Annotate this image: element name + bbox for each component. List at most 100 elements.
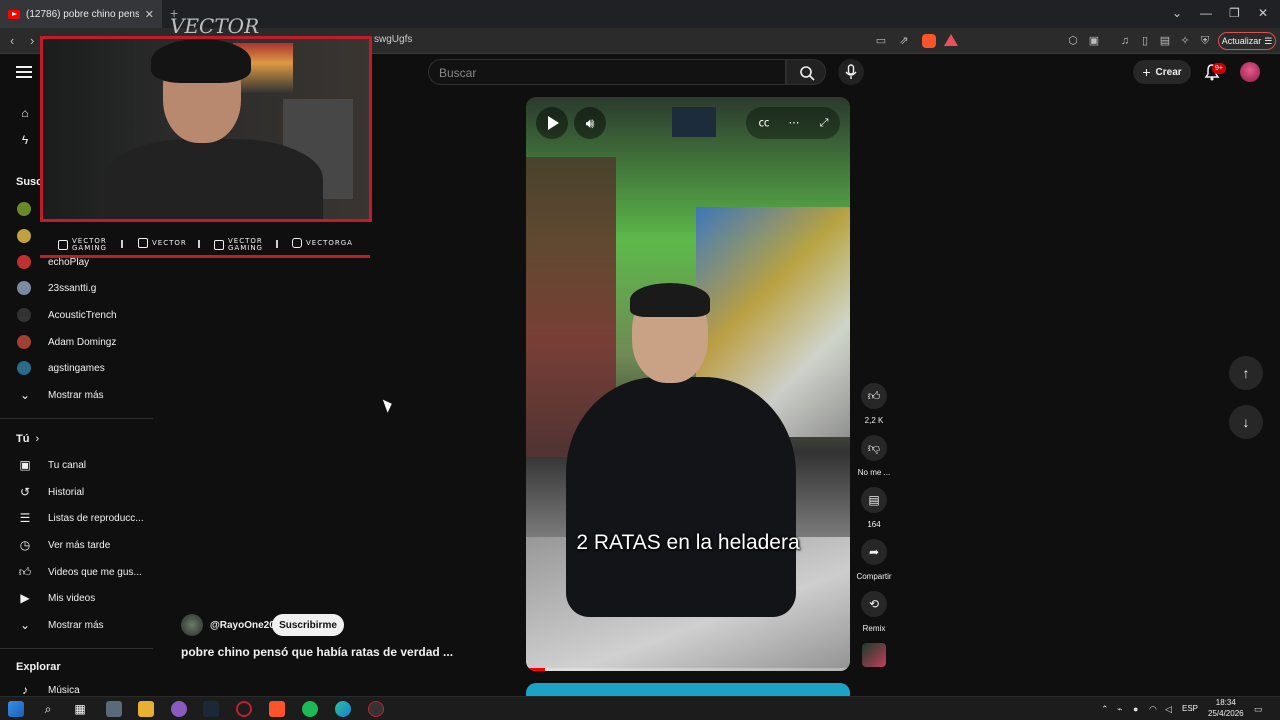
cast-icon[interactable]: ▭	[874, 34, 888, 48]
spotify-icon[interactable]	[302, 701, 318, 717]
vpn-icon[interactable]: ⛨	[1198, 34, 1212, 48]
sidebar-toggle-icon[interactable]: ▯	[1138, 34, 1152, 48]
captions-icon[interactable]: ㏄	[750, 107, 778, 139]
channel-handle[interactable]: @RayoOne20	[210, 620, 275, 631]
clock-date: 25/4/2026	[1208, 709, 1244, 718]
social-youtube: VECTOR GAMING	[58, 238, 107, 252]
share-button[interactable]: ➦	[861, 539, 887, 565]
brave-icon[interactable]	[269, 701, 285, 717]
sidebar-item-playlists[interactable]: ☰ Listas de reproducc...	[0, 505, 156, 531]
clock[interactable]: 18:34 25/4/2026	[1208, 697, 1244, 719]
sidebar-channel[interactable]: 23ssantti.g	[0, 275, 156, 301]
search-icon	[800, 66, 815, 81]
subscriptions-heading[interactable]: Susc	[16, 176, 42, 188]
account-avatar[interactable]	[1240, 62, 1260, 82]
more-options-icon[interactable]: ⋯	[780, 107, 808, 139]
next-short-preview[interactable]	[526, 683, 850, 697]
sidebar-channel[interactable]: Adam Domingz	[0, 329, 156, 355]
media-icon[interactable]: ♫	[1118, 34, 1132, 48]
sidebar-item-my-videos[interactable]: ▶ Mis videos	[0, 585, 156, 611]
discord-icon[interactable]	[171, 701, 187, 717]
subscribe-button[interactable]: Suscribirme	[272, 614, 344, 636]
remix-icon: ⟲	[868, 597, 880, 611]
sidebar-item-watch-later[interactable]: ◷ Ver más tarde	[0, 532, 156, 558]
file-explorer-icon[interactable]	[138, 701, 154, 717]
show-more-label: Mostrar más	[48, 389, 104, 401]
guide-menu-icon[interactable]	[16, 66, 32, 78]
mic-tray-icon[interactable]: ●	[1133, 704, 1138, 714]
steam-icon[interactable]	[203, 701, 219, 717]
sidebar-channel[interactable]: AcousticTrench	[0, 302, 156, 328]
volume-tray-icon[interactable]: ◁	[1165, 704, 1172, 715]
streamer-body-image	[103, 139, 323, 219]
leo-icon[interactable]: ✧	[1178, 34, 1192, 48]
wallet-icon[interactable]: ▣	[1087, 34, 1101, 48]
edge-icon[interactable]	[335, 701, 351, 717]
voice-search-button[interactable]	[838, 59, 864, 85]
app-icon[interactable]	[106, 701, 122, 717]
volume-icon[interactable]: 🔊︎	[574, 107, 606, 139]
progress-bar[interactable]	[526, 668, 850, 671]
brave-rewards-icon[interactable]	[944, 34, 958, 46]
channel-avatar[interactable]	[181, 614, 203, 636]
update-button[interactable]: Actualizar ☰	[1218, 32, 1276, 50]
task-view-icon[interactable]: ▦	[72, 701, 88, 717]
sidebar-item-label: Listas de reproducc...	[48, 512, 144, 524]
sidebar-item-label: Historial	[48, 486, 85, 498]
start-icon[interactable]	[8, 701, 24, 717]
social-label: VECTOR	[152, 239, 187, 247]
sidebar-item-label: Tu canal	[48, 459, 86, 471]
you-section-heading[interactable]: Tú ›	[16, 426, 76, 452]
liked-icon: 👍︎	[18, 564, 32, 579]
share-page-icon[interactable]: ⇗	[897, 34, 911, 48]
language-indicator[interactable]: ESP	[1182, 704, 1198, 713]
sidebar-item-your-channel[interactable]: ▣ Tu canal	[0, 452, 156, 478]
create-button[interactable]: + Crear	[1133, 60, 1191, 84]
show-more-subscriptions[interactable]: ⌄ Mostrar más	[0, 382, 156, 408]
sidebar-item-history[interactable]: ↺ Historial	[0, 479, 156, 505]
extensions-icon[interactable]: ⬡	[1066, 34, 1080, 48]
youtube-favicon-icon	[8, 9, 20, 19]
search-input[interactable]	[439, 64, 769, 82]
thumbs-down-icon: 👎︎	[867, 440, 881, 455]
browser-tab[interactable]: (12786) pobre chino pensó que ✕	[0, 0, 162, 28]
play-button[interactable]	[536, 107, 568, 139]
like-button[interactable]: 👍︎	[861, 383, 887, 409]
network-icon[interactable]: ⌁	[1117, 704, 1122, 715]
search-box[interactable]	[428, 59, 786, 85]
opera-icon[interactable]	[236, 701, 252, 717]
share-icon: ➦	[868, 545, 880, 559]
url-text[interactable]: swgUgfs	[374, 34, 412, 45]
obs-icon[interactable]	[368, 701, 384, 717]
tab-close-icon[interactable]: ✕	[145, 8, 154, 21]
forward-icon[interactable]: ›	[30, 33, 34, 48]
video-title[interactable]: pobre chino pensó que había ratas de ver…	[181, 645, 453, 659]
social-separator	[276, 240, 278, 248]
show-more-you[interactable]: ⌄ Mostrar más	[0, 612, 156, 638]
previous-short-button[interactable]: ↑	[1229, 356, 1263, 390]
short-video-player[interactable]: 2 RATAS en la heladera 🔊︎ ㏄ ⋯ ⤢	[526, 97, 850, 671]
fullscreen-icon[interactable]: ⤢	[810, 107, 838, 139]
back-icon[interactable]: ‹	[10, 33, 14, 48]
search-icon[interactable]: ⌕	[40, 701, 56, 717]
remix-button[interactable]: ⟲	[861, 591, 887, 617]
tab-list-icon[interactable]: ⌄	[1172, 6, 1182, 20]
sound-channel-thumbnail[interactable]	[862, 643, 886, 667]
sidebar-item-liked-videos[interactable]: 👍︎ Videos que me gus...	[0, 559, 156, 585]
wallet-icon-2[interactable]: ▤	[1158, 34, 1172, 48]
comments-button[interactable]: ▤	[861, 487, 887, 513]
social-label: VECTOR GAMING	[72, 237, 107, 252]
restore-icon[interactable]: ❐	[1229, 6, 1240, 20]
next-short-button[interactable]: ↓	[1229, 405, 1263, 439]
sidebar-channel[interactable]: agstingames	[0, 355, 156, 381]
close-window-icon[interactable]: ✕	[1258, 6, 1268, 20]
search-button[interactable]	[786, 59, 826, 85]
minimize-icon[interactable]: —	[1200, 6, 1212, 20]
chevron-up-icon[interactable]: ⌃	[1101, 704, 1109, 715]
notifications-center-icon[interactable]: ▭	[1254, 704, 1263, 715]
wifi-icon[interactable]: ◠	[1149, 704, 1157, 715]
brave-shield-icon[interactable]	[922, 34, 936, 48]
explore-heading: Explorar	[16, 661, 61, 673]
update-label: Actualizar	[1221, 36, 1262, 46]
dislike-button[interactable]: 👎︎	[861, 435, 887, 461]
